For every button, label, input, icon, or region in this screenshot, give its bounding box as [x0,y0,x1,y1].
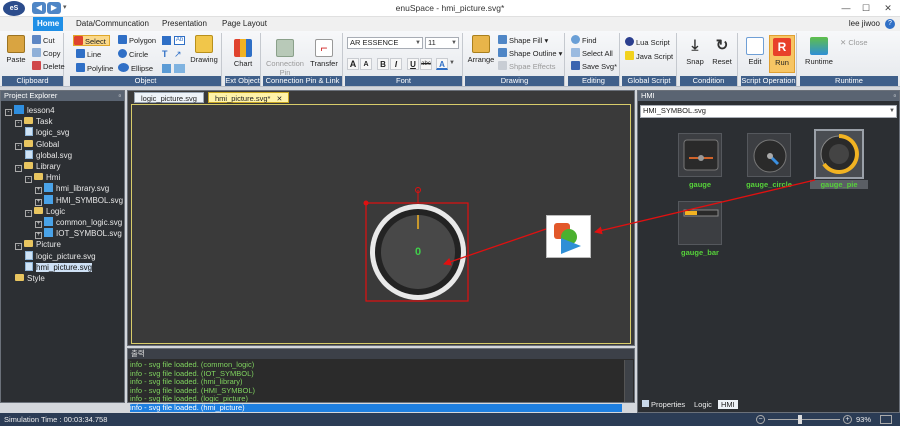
zoom-level: 93% [856,415,872,424]
status-bar: Simulation Time : 00:03:34.758 − + 93% [0,413,900,426]
zoom-slider-track[interactable] [768,419,840,420]
overlay-arrow-layer [594,179,816,235]
zoom-in-icon[interactable]: + [843,415,852,424]
simulation-time: Simulation Time : 00:03:34.758 [4,415,108,424]
fit-page-icon[interactable] [880,415,892,424]
drag-source-arrow [594,179,816,235]
zoom-out-icon[interactable]: − [756,415,765,424]
zoom-slider-thumb[interactable] [798,415,802,424]
